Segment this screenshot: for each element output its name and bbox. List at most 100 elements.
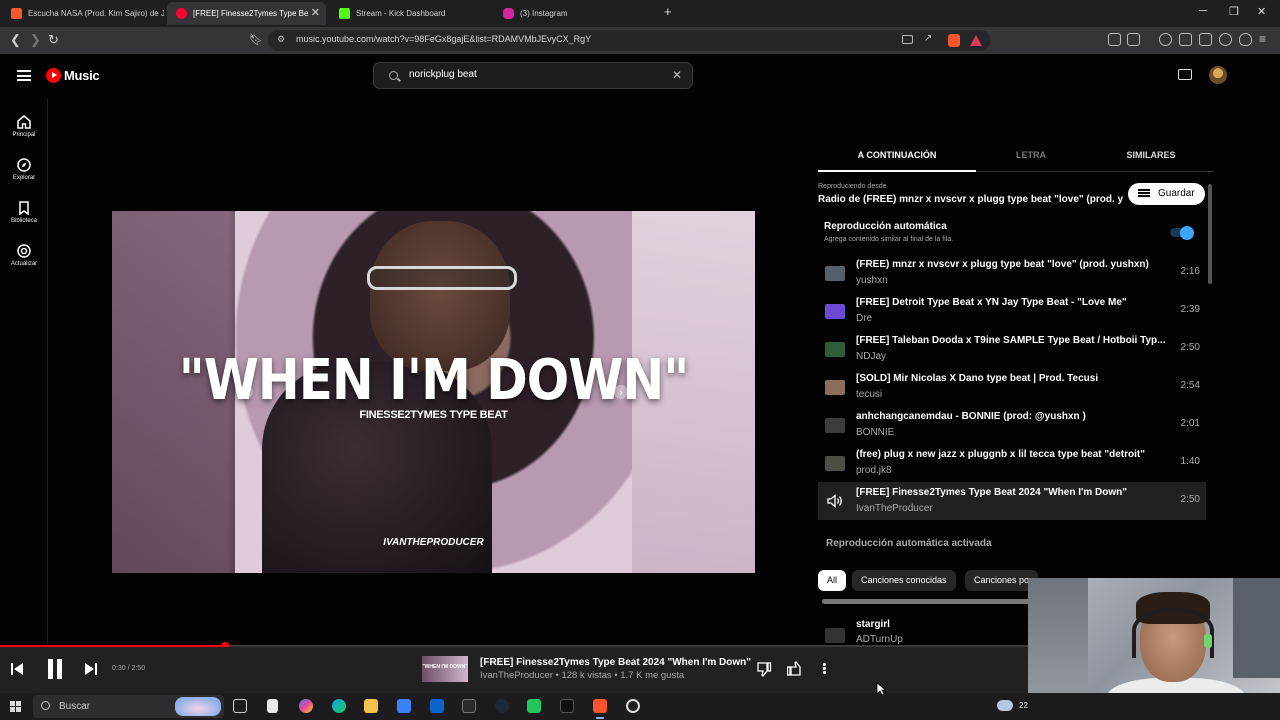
cast-icon[interactable]	[1178, 69, 1192, 80]
steam-icon[interactable]	[495, 699, 509, 713]
queue-item[interactable]: [SOLD] Mir Nicolas X Dano type beat | Pr…	[818, 368, 1206, 406]
weather-icon[interactable]	[997, 700, 1013, 711]
browser-tab-1[interactable]: Escucha NASA (Prod. Kim Sajiro) de J	[2, 2, 164, 25]
queue-item[interactable]: (free) plug x new jazz x pluggnb x lil t…	[818, 444, 1206, 482]
queue-item[interactable]: [FREE] Detroit Type Beat x YN Jay Type B…	[818, 292, 1206, 330]
avatar[interactable]	[1209, 66, 1227, 84]
queue-artist[interactable]: NDJay	[856, 351, 886, 362]
playing-from-title[interactable]: Radio de (FREE) mnzr x nvscvr x plugg ty…	[818, 194, 1123, 205]
youtube-music-logo-icon[interactable]	[46, 68, 61, 83]
queue-title: (free) plug x new jazz x pluggnb x lil t…	[856, 449, 1145, 460]
chip-familiar[interactable]: Canciones conocidas	[852, 570, 956, 591]
wallet-icon[interactable]	[1199, 33, 1212, 46]
hamburger-menu-icon[interactable]	[17, 70, 31, 81]
brave-rewards-icon[interactable]	[970, 35, 982, 46]
sidebar-icon[interactable]	[1179, 33, 1192, 46]
chip-all[interactable]: All	[818, 570, 847, 591]
search-box[interactable]: ✕	[373, 62, 693, 89]
clear-search-icon[interactable]: ✕	[672, 68, 682, 82]
file-explorer-icon[interactable]	[364, 699, 378, 713]
webcam-background-window	[1233, 578, 1280, 678]
address-bar[interactable]: ⚙︎ music.youtube.com/watch?v=98FeGx8gajE…	[268, 30, 990, 51]
bookmark-icon[interactable]: 🔖︎	[249, 33, 263, 46]
picture-in-picture-icon[interactable]	[902, 35, 913, 44]
close-window-icon[interactable]: ✕	[1257, 5, 1266, 18]
queue-thumbnail	[825, 380, 845, 395]
tab-lyrics[interactable]: LETRA	[966, 150, 1096, 160]
nav-item-upgrade[interactable]: Actualizar	[0, 239, 48, 279]
video-next-arrow-icon[interactable]: ›	[614, 385, 628, 399]
share-icon[interactable]: ↗	[924, 33, 932, 44]
tab-title: Stream - Kick Dashboard	[356, 9, 446, 18]
queue-item[interactable]: anhchangcanemdau - BONNIE (prod: @yushxn…	[818, 406, 1206, 444]
queue-scrollbar[interactable]	[1208, 184, 1212, 284]
tab-related[interactable]: SIMILARES	[1086, 150, 1216, 160]
brave-icon[interactable]	[593, 699, 607, 719]
brave-shields-icon[interactable]	[948, 34, 960, 47]
queue-artist[interactable]: yushxn	[856, 275, 888, 286]
extensions-icon[interactable]	[1108, 33, 1121, 46]
queue-item[interactable]: (FREE) mnzr x nvscvr x plugg type beat "…	[818, 254, 1206, 292]
taskbar-search[interactable]: Buscar	[33, 695, 224, 718]
obs-icon[interactable]	[626, 699, 640, 713]
more-options-icon[interactable]	[822, 661, 826, 677]
logo-text[interactable]: Music	[64, 68, 100, 83]
tab-up-next[interactable]: A CONTINUACIÓN	[832, 150, 962, 160]
reload-icon[interactable]: ↻	[48, 32, 59, 48]
forward-icon[interactable]: ❯	[30, 32, 41, 48]
now-playing-title[interactable]: [FREE] Finesse2Tymes Type Beat 2024 "Whe…	[480, 657, 751, 668]
notepad-icon[interactable]	[267, 699, 278, 713]
store-icon[interactable]	[397, 699, 411, 713]
vpn-icon[interactable]	[1239, 33, 1252, 46]
queue-artist[interactable]: BONNIE	[856, 427, 894, 438]
screenshot-icon[interactable]	[1127, 33, 1140, 46]
autoplay-next-title[interactable]: stargirl	[856, 619, 890, 630]
now-playing-thumbnail[interactable]: "WHEN I'M DOWN"	[422, 656, 468, 682]
copilot-icon[interactable]	[299, 699, 313, 713]
site-info-icon[interactable]: ⚙︎	[277, 34, 285, 45]
edge-icon[interactable]	[332, 699, 346, 713]
media-icon[interactable]	[1159, 33, 1172, 46]
autoplay-next-artist[interactable]: ADTurnUp	[856, 634, 903, 645]
queue-artist[interactable]: Dre	[856, 313, 872, 324]
search-input[interactable]	[409, 69, 659, 80]
dislike-icon[interactable]	[756, 661, 772, 677]
browser-tab-4[interactable]: (3) Instagram	[494, 2, 656, 25]
browser-tab-3[interactable]: Stream - Kick Dashboard	[330, 2, 492, 25]
queue-artist[interactable]: IvanTheProducer	[856, 503, 933, 514]
next-track-icon[interactable]	[85, 663, 97, 675]
task-view-icon[interactable]	[233, 699, 247, 713]
autoplay-toggle[interactable]	[1170, 225, 1194, 240]
tiktok-icon[interactable]	[560, 699, 574, 713]
browser-menu-icon[interactable]: ≡	[1259, 32, 1266, 46]
browser-tab-2[interactable]: [FREE] Finesse2Tymes Type Be ✕	[167, 2, 326, 25]
windows-start-icon[interactable]	[10, 701, 21, 712]
close-tab-icon[interactable]: ✕	[311, 2, 320, 25]
leo-ai-icon[interactable]	[1219, 33, 1232, 46]
like-icon[interactable]	[787, 661, 803, 677]
nav-label: Explorar	[12, 175, 36, 181]
previous-track-icon[interactable]	[11, 663, 23, 675]
nav-item-home[interactable]: Principal	[0, 110, 48, 150]
video-prev-arrow-icon[interactable]: ‹	[239, 385, 253, 399]
queue-artist[interactable]: tecusi	[856, 389, 882, 400]
queue-item[interactable]: [FREE] Taleban Dooda x T9ine SAMPLE Type…	[818, 330, 1206, 368]
queue-title: [FREE] Finesse2Tymes Type Beat 2024 "Whe…	[856, 487, 1128, 498]
video-artist-glasses	[367, 266, 517, 290]
terminal-icon[interactable]	[462, 699, 476, 713]
nav-item-library[interactable]: Biblioteca	[0, 196, 48, 236]
back-icon[interactable]: ❮	[10, 32, 21, 48]
queue-artist[interactable]: prod.jk8	[856, 465, 892, 476]
video-player[interactable]: "WHEN I'M DOWN" FINESSE2TYMES TYPE BEAT …	[112, 211, 755, 573]
save-button[interactable]: Guardar	[1128, 183, 1205, 205]
nav-label: Actualizar	[10, 261, 38, 267]
outlook-icon[interactable]	[430, 699, 444, 713]
pause-button[interactable]	[46, 659, 64, 679]
nav-item-explore[interactable]: Explorar	[0, 153, 48, 193]
webcam-microphone	[1204, 634, 1212, 648]
minimize-icon[interactable]: ─	[1199, 5, 1207, 17]
queue-item-now-playing[interactable]: [FREE] Finesse2Tymes Type Beat 2024 "Whe…	[818, 482, 1206, 520]
maximize-icon[interactable]: ❐	[1229, 5, 1239, 18]
green-app-icon[interactable]	[527, 699, 541, 713]
new-tab-button[interactable]: +	[664, 4, 672, 19]
